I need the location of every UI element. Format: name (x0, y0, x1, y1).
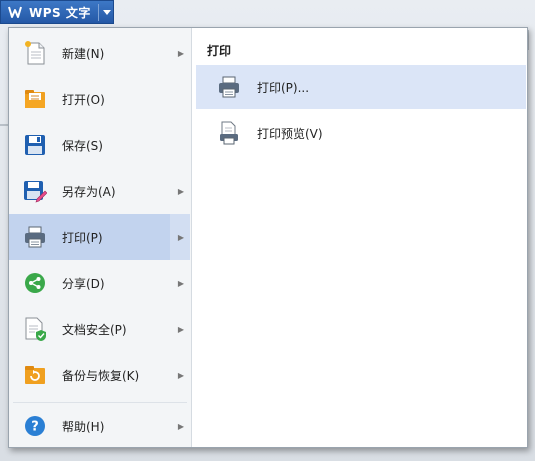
app-button-divider (98, 4, 99, 21)
save-icon (22, 132, 48, 158)
submenu-item-label: 打印预览(V) (257, 126, 323, 141)
print-submenu: 打印 打印(P)... 打印预览(V) (193, 28, 527, 447)
menu-item-label: 分享(D) (62, 276, 105, 291)
submenu-arrow-icon: ▶ (177, 278, 184, 288)
menu-item-label: 帮助(H) (62, 419, 105, 434)
file-menu-left-pane: 新建(N) ▶ 打开(O) 保存(S) 另存为(A) ▶ 打印(P) ▶ 分享(… (9, 28, 192, 447)
submenu-item-print[interactable]: 打印(P)... (196, 65, 526, 109)
menu-item-save[interactable]: 保存(S) (9, 122, 190, 168)
print-preview-icon (216, 120, 242, 146)
save-as-icon (22, 178, 48, 204)
new-document-icon (22, 40, 48, 66)
backup-restore-icon (22, 362, 48, 388)
submenu-arrow-icon: ▶ (177, 324, 184, 334)
submenu-arrow-icon: ▶ (177, 232, 184, 242)
printer-icon (22, 224, 48, 250)
submenu-arrow-icon: ▶ (177, 186, 184, 196)
menu-item-label: 打开(O) (62, 92, 105, 107)
menu-item-label: 文档安全(P) (62, 322, 127, 337)
menu-divider (13, 402, 187, 403)
submenu-arrow-icon: ▶ (177, 421, 184, 431)
submenu-title: 打印 (207, 44, 232, 58)
menu-item-share[interactable]: 分享(D) ▶ (9, 260, 190, 306)
printer-icon (216, 74, 242, 100)
background-ruler-mark (0, 124, 8, 126)
submenu-item-print-preview[interactable]: 打印预览(V) (196, 111, 526, 155)
wps-app-button[interactable]: WPS 文字 (0, 0, 114, 24)
submenu-item-label: 打印(P)... (257, 80, 310, 95)
menu-item-new[interactable]: 新建(N) ▶ (9, 30, 190, 76)
menu-item-save-as[interactable]: 另存为(A) ▶ (9, 168, 190, 214)
menu-item-label: 新建(N) (62, 46, 105, 61)
open-folder-icon (22, 86, 48, 112)
share-icon (22, 270, 48, 296)
document-security-icon (22, 316, 48, 342)
help-icon: ? (22, 413, 48, 439)
file-menu: 新建(N) ▶ 打开(O) 保存(S) 另存为(A) ▶ 打印(P) ▶ 分享(… (8, 27, 528, 448)
menu-item-backup-restore[interactable]: 备份与恢复(K) ▶ (9, 352, 190, 398)
svg-text:?: ? (31, 420, 39, 435)
menu-item-label: 保存(S) (62, 138, 103, 153)
submenu-arrow-icon: ▶ (177, 48, 184, 58)
app-title: WPS 文字 (29, 5, 91, 20)
menu-item-label: 另存为(A) (62, 184, 116, 199)
menu-item-print[interactable]: 打印(P) ▶ (9, 214, 190, 260)
menu-item-help[interactable]: ? 帮助(H) ▶ (9, 404, 190, 448)
app-dropdown-arrow-icon[interactable] (100, 1, 114, 23)
menu-item-document-security[interactable]: 文档安全(P) ▶ (9, 306, 190, 352)
menu-item-open[interactable]: 打开(O) (9, 76, 190, 122)
menu-item-label: 备份与恢复(K) (62, 368, 140, 383)
submenu-arrow-icon: ▶ (177, 370, 184, 380)
menu-item-label: 打印(P) (62, 230, 103, 245)
background-scroll-edge (528, 30, 529, 50)
wps-logo-icon (5, 1, 25, 23)
